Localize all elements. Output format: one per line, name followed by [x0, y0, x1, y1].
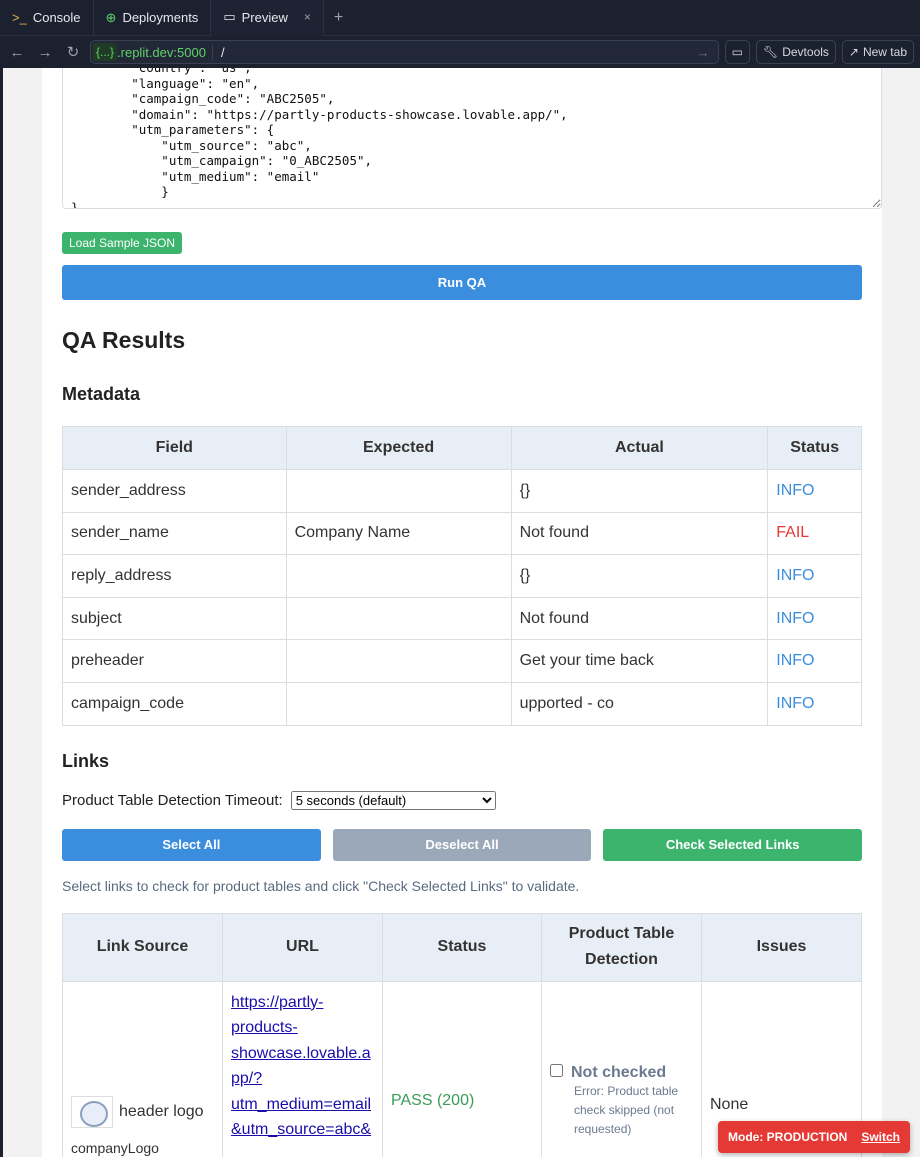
metadata-title: Metadata: [62, 384, 141, 404]
globe-icon: ⊕: [105, 9, 117, 25]
status-cell: INFO: [767, 469, 862, 513]
forward-icon[interactable]: →: [34, 44, 56, 61]
actual-cell: upported - co: [510, 681, 769, 726]
column-header: Link Source: [62, 912, 223, 982]
url-line: products-: [231, 1019, 298, 1037]
field-cell: subject: [62, 596, 287, 641]
link-url[interactable]: https://partly-products-showcase.lovable…: [231, 994, 371, 1139]
company-logo-thumbnail: [71, 1096, 113, 1129]
status-cell: FAIL: [767, 511, 862, 556]
monitor-icon: ▭: [731, 45, 743, 59]
field-cell: sender_name: [62, 511, 287, 556]
wrench-icon: 🔧︎: [762, 45, 779, 59]
link-source-cell: header logo companyLogo: [62, 980, 223, 1157]
mode-badge: Mode: PRODUCTION Switch: [718, 1121, 910, 1153]
deselect-all-button[interactable]: Deselect All: [332, 828, 592, 861]
status-cell: INFO: [767, 554, 862, 598]
monitor-icon: ▭: [223, 9, 236, 24]
terminal-icon: >_: [12, 10, 27, 25]
actual-cell: Not found: [510, 511, 769, 556]
column-header: Product Table Detection: [541, 912, 702, 982]
table-row: preheader Get your time back INFO: [62, 639, 862, 683]
table-row: sender_address {} INFO: [62, 469, 862, 513]
links-title: Links: [62, 750, 110, 771]
link-alt-text: companyLogo: [71, 1140, 159, 1157]
new-tab-button[interactable]: ↗ New tab: [841, 40, 914, 64]
actual-cell: Not found: [510, 596, 769, 641]
links-hint: Select links to check for product tables…: [62, 877, 580, 894]
metadata-table: Field Expected Actual Status sender_addr…: [62, 426, 862, 726]
column-header: Expected: [285, 426, 512, 470]
status-cell: INFO: [767, 681, 862, 726]
expected-cell: [285, 596, 512, 641]
detection-error: Error: Product table check skipped (not …: [574, 1083, 679, 1136]
status-cell: INFO: [767, 596, 862, 641]
select-all-button[interactable]: Select All: [62, 828, 321, 861]
table-row: subject Not found INFO: [62, 596, 862, 641]
tab-preview[interactable]: ▭ Preview ×: [211, 0, 324, 36]
timeout-row: Product Table Detection Timeout: 5 secon…: [62, 790, 862, 810]
field-cell: campaign_code: [62, 681, 287, 726]
table-row: campaign_code upported - co INFO: [62, 681, 862, 726]
url-cell: https://partly-products-showcase.lovable…: [222, 980, 383, 1157]
url-line: showcase.lovable.a: [231, 1044, 371, 1062]
url-line: pp/?: [231, 1070, 263, 1088]
column-header: Issues: [701, 912, 862, 982]
expected-cell: [285, 639, 512, 683]
timeout-select[interactable]: 5 seconds (default): [290, 790, 496, 810]
actual-cell: {}: [510, 469, 769, 513]
detection-cell: Not checked Error: Product table check s…: [541, 980, 702, 1157]
reload-icon[interactable]: ↻: [62, 43, 84, 61]
close-icon[interactable]: ×: [304, 10, 311, 24]
external-link-icon: ↗: [848, 45, 859, 59]
column-header: Status: [767, 426, 862, 470]
column-header: URL: [222, 912, 383, 982]
actual-cell: Get your time back: [510, 639, 769, 683]
field-cell: reply_address: [62, 554, 287, 598]
url-domain: .replit.dev:5000: [117, 44, 206, 60]
load-sample-json-button[interactable]: Load Sample JSON: [62, 232, 183, 254]
table-row: sender_name Company Name Not found FAIL: [62, 511, 862, 556]
link-actions: Select All Deselect All Check Selected L…: [62, 828, 863, 861]
column-header: Status: [382, 912, 542, 982]
back-icon[interactable]: ←: [6, 44, 28, 61]
tab-console[interactable]: >_ Console: [0, 0, 94, 36]
expected-cell: [285, 469, 512, 513]
run-qa-button[interactable]: Run QA: [62, 265, 862, 300]
product-table-checkbox[interactable]: [550, 1063, 563, 1077]
status-cell: INFO: [767, 639, 862, 683]
url-line: utm_medium=email: [231, 1095, 372, 1113]
url-line: https://partly-: [231, 993, 324, 1011]
expected-cell: Company Name: [285, 511, 512, 556]
results-title: QA Results: [62, 327, 186, 353]
devtools-button[interactable]: 🔧︎ Devtools: [755, 40, 836, 64]
new-tab-plus-icon[interactable]: +: [324, 9, 353, 27]
json-input[interactable]: [62, 68, 882, 209]
address-bar: ← → ↻ {...} .replit.dev:5000 / → ▭ 🔧︎ Devt…: [0, 36, 920, 68]
main-panel: Load Sample JSON Run QA QA Results Metad…: [42, 68, 882, 1157]
timeout-label: Product Table Detection Timeout:: [62, 791, 283, 809]
preview-viewport: Load Sample JSON Run QA QA Results Metad…: [3, 68, 920, 1157]
field-cell: sender_address: [62, 469, 287, 513]
field-cell: preheader: [62, 639, 287, 683]
expected-cell: [285, 681, 512, 726]
check-selected-links-button[interactable]: Check Selected Links: [603, 828, 863, 861]
url-line: &utm_source=abc&: [231, 1121, 372, 1139]
switch-mode-link[interactable]: Switch: [861, 1130, 900, 1144]
link-status: PASS (200): [382, 980, 542, 1157]
actual-cell: {}: [510, 554, 769, 598]
column-header: Actual: [510, 426, 769, 470]
tab-deployments[interactable]: ⊕ Deployments: [94, 0, 212, 36]
device-toggle-button[interactable]: ▭: [724, 40, 750, 64]
host-badge: {...}: [93, 43, 118, 61]
tab-bar: >_ Console ⊕ Deployments ▭ Preview × +: [0, 0, 920, 36]
expected-cell: [285, 554, 512, 598]
url-path: /: [211, 44, 691, 60]
table-row: reply_address {} INFO: [62, 554, 862, 598]
url-input[interactable]: {...} .replit.dev:5000 / →: [90, 40, 719, 64]
go-arrow-icon[interactable]: →: [697, 45, 716, 60]
column-header: Field: [62, 426, 287, 470]
